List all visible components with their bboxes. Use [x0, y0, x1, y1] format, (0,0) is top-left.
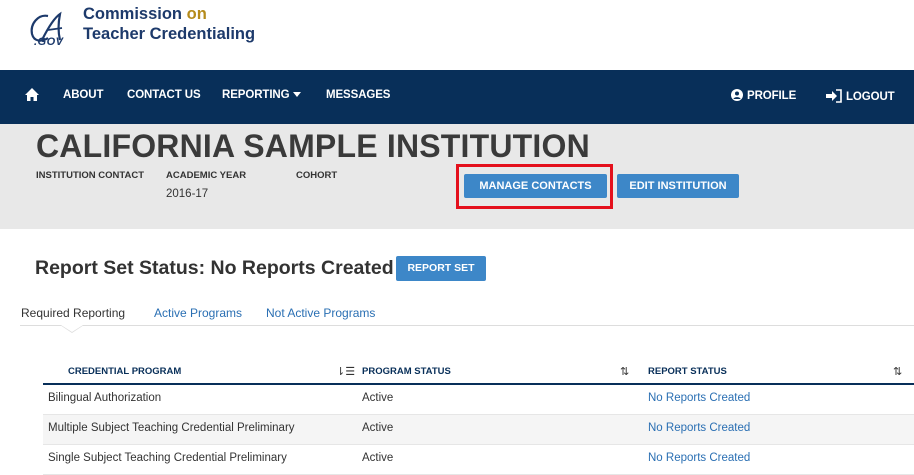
institution-contact-label: INSTITUTION CONTACT — [36, 170, 145, 181]
cell-report-link[interactable]: No Reports Created — [648, 392, 750, 404]
report-set-status-title: Report Set Status: No Reports Created — [35, 257, 394, 279]
cell-report-link[interactable]: No Reports Created — [648, 422, 750, 434]
nav-contact-us[interactable]: CONTACT US — [127, 89, 201, 101]
cell-status: Active — [362, 422, 394, 434]
highlight-annotation — [456, 164, 613, 209]
nav-logout-label: LOGOUT — [846, 91, 895, 103]
user-icon — [731, 89, 743, 101]
report-set-button[interactable]: REPORT SET — [396, 256, 486, 281]
org-name-on: on — [186, 5, 207, 23]
sort-icon[interactable]: ⇅ — [893, 365, 902, 378]
tab-active-programs[interactable]: Active Programs — [154, 306, 242, 320]
nav-reporting-label: REPORTING — [222, 89, 290, 101]
site-header: .GOV Commission on Teacher Credentialing — [0, 0, 914, 70]
cell-program: Bilingual Authorization — [48, 392, 162, 404]
tabs-divider — [20, 325, 914, 326]
ca-gov-text: .GOV — [34, 36, 64, 48]
col-credential-program[interactable]: CREDENTIAL PROGRAM — [68, 366, 181, 377]
logout-icon — [825, 89, 843, 106]
cell-status: Active — [362, 452, 394, 464]
active-tab-indicator-inner — [61, 325, 83, 332]
cohort-label: COHORT — [296, 170, 338, 181]
nav-about[interactable]: ABOUT — [63, 89, 103, 101]
nav-profile[interactable]: PROFILE — [731, 89, 796, 102]
main-navbar: ABOUT CONTACT US REPORTING MESSAGES PROF… — [0, 70, 914, 124]
nav-reporting[interactable]: REPORTING — [222, 89, 302, 101]
table-row: Multiple Subject Teaching Credential Pre… — [43, 415, 914, 445]
cell-program: Single Subject Teaching Credential Preli… — [48, 452, 287, 464]
col-report-status[interactable]: REPORT STATUS — [648, 366, 727, 377]
nav-logout[interactable]: LOGOUT — [825, 89, 895, 106]
cell-report-link[interactable]: No Reports Created — [648, 452, 750, 464]
sort-icon[interactable]: ⇅ — [620, 365, 629, 378]
table-header-row: CREDENTIAL PROGRAM ⇂☰ PROGRAM STATUS ⇅ R… — [43, 360, 914, 385]
table-row: Bilingual Authorization Active No Report… — [43, 385, 914, 415]
sort-desc-icon[interactable]: ⇂☰ — [336, 365, 355, 378]
cell-status: Active — [362, 392, 394, 404]
org-name-line2: Teacher Credentialing — [83, 25, 256, 43]
nav-messages[interactable]: MESSAGES — [326, 89, 390, 101]
nav-profile-label: PROFILE — [747, 90, 797, 102]
org-name[interactable]: Commission on Teacher Credentialing — [83, 4, 255, 44]
chevron-down-icon — [293, 92, 302, 98]
academic-year-value: 2016-17 — [166, 188, 209, 200]
home-icon[interactable] — [24, 87, 40, 103]
org-name-line1: Commission — [83, 5, 183, 23]
table-row: Single Subject Teaching Credential Preli… — [43, 445, 914, 475]
institution-name: CALIFORNIA SAMPLE INSTITUTION — [36, 128, 590, 164]
tab-required-reporting[interactable]: Required Reporting — [21, 306, 125, 320]
academic-year-label: ACADEMIC YEAR — [166, 170, 247, 181]
edit-institution-button[interactable]: EDIT INSTITUTION — [617, 174, 739, 198]
tab-not-active-programs[interactable]: Not Active Programs — [266, 306, 375, 320]
cell-program: Multiple Subject Teaching Credential Pre… — [48, 422, 295, 434]
col-program-status[interactable]: PROGRAM STATUS — [362, 366, 451, 377]
